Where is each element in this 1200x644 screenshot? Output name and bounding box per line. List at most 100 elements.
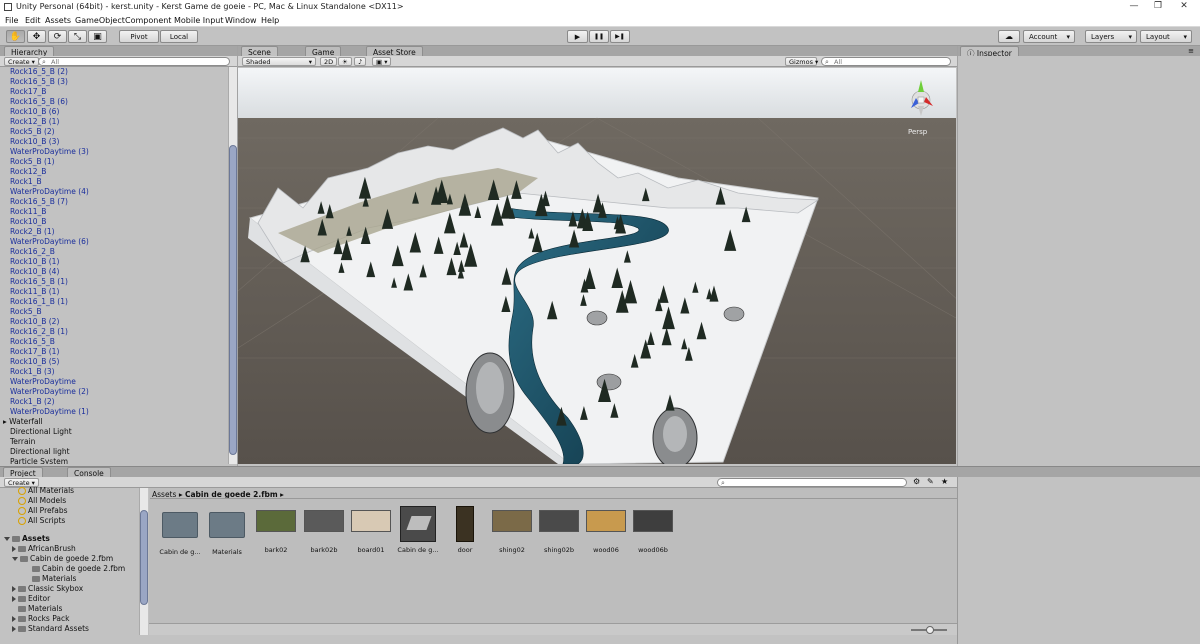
hierarchy-item[interactable]: Rock5_B (1)	[10, 157, 55, 166]
hierarchy-item[interactable]: WaterProDaytime (2)	[10, 387, 89, 396]
collapse-arrow-icon[interactable]	[12, 557, 18, 561]
hierarchy-item[interactable]: Directional Light	[10, 427, 72, 436]
tab-game[interactable]: Game	[305, 46, 342, 57]
favorite-item[interactable]: All Materials	[18, 486, 74, 495]
hierarchy-item[interactable]: WaterProDaytime (6)	[10, 237, 89, 246]
hierarchy-item[interactable]: WaterProDaytime (1)	[10, 407, 89, 416]
hierarchy-item[interactable]: Rock10_B (3)	[10, 137, 59, 146]
filter-label-icon[interactable]: ✎	[927, 477, 934, 486]
expand-arrow-icon[interactable]	[12, 626, 16, 632]
favorite-star-icon[interactable]: ★	[941, 477, 948, 486]
hierarchy-item[interactable]: Rock12_B (1)	[10, 117, 59, 126]
asset-item[interactable]: wood06b	[631, 510, 675, 554]
hierarchy-item[interactable]: WaterProDaytime (3)	[10, 147, 89, 156]
folder-item[interactable]: Rocks Pack	[12, 614, 69, 623]
toggle-2d-button[interactable]: 2D	[320, 57, 338, 66]
favorite-item[interactable]: All Prefabs	[18, 506, 68, 515]
hierarchy-item[interactable]: Rock17_B	[10, 87, 46, 96]
favorite-item[interactable]: All Models	[18, 496, 66, 505]
asset-item[interactable]: shing02b	[537, 510, 581, 554]
tab-asset-store[interactable]: Asset Store	[366, 46, 423, 57]
close-button[interactable]: ✕	[1174, 1, 1194, 11]
hierarchy-scroll-thumb[interactable]	[229, 145, 237, 455]
hierarchy-item[interactable]: Rock10_B (6)	[10, 107, 59, 116]
hierarchy-item[interactable]: Rock10_B (2)	[10, 317, 59, 326]
asset-item[interactable]: door	[443, 506, 487, 554]
tab-project[interactable]: Project	[3, 467, 43, 478]
layout-dropdown[interactable]: Layout ▾	[1140, 30, 1192, 43]
folder-item[interactable]: Cabin de goede 2.fbm	[12, 554, 113, 563]
favorite-item[interactable]: All Scripts	[18, 516, 65, 525]
hierarchy-create-button[interactable]: Create ▾	[4, 57, 39, 66]
asset-item[interactable]: board01	[349, 510, 393, 554]
scene-viewport[interactable]: Persp	[238, 68, 956, 464]
menu-component[interactable]: Component	[125, 16, 171, 25]
layers-dropdown[interactable]: Layers ▾	[1085, 30, 1137, 43]
hierarchy-item[interactable]: Rock16_5_B	[10, 337, 55, 346]
assets-root-folder[interactable]: Assets	[4, 534, 50, 543]
hierarchy-item[interactable]: Rock1_B	[10, 177, 42, 186]
maximize-button[interactable]: ❐	[1148, 1, 1168, 11]
hand-tool-button[interactable]: ✋	[6, 30, 25, 43]
rect-tool-button[interactable]: ▣	[88, 30, 107, 43]
hierarchy-item[interactable]: Rock1_B (3)	[10, 367, 55, 376]
asset-item[interactable]: Cabin de g...	[158, 510, 202, 556]
effects-dropdown-icon[interactable]: ▣ ▾	[372, 57, 392, 66]
hierarchy-item[interactable]: Rock16_2_B	[10, 247, 55, 256]
hierarchy-item[interactable]: Rock16_5_B (7)	[10, 197, 68, 206]
lighting-toggle-icon[interactable]: ☀	[338, 57, 352, 66]
step-button[interactable]: ▶❚	[610, 30, 630, 43]
hierarchy-item[interactable]: WaterProDaytime (4)	[10, 187, 89, 196]
expand-arrow-icon[interactable]	[12, 596, 16, 602]
minimize-button[interactable]: —	[1124, 1, 1144, 11]
hierarchy-item[interactable]: Rock12_B	[10, 167, 46, 176]
asset-item[interactable]: Cabin de g...	[396, 506, 440, 554]
tab-inspector[interactable]: ⓘ Inspector	[960, 46, 1019, 58]
expand-arrow-icon[interactable]	[12, 616, 16, 622]
hierarchy-item[interactable]: Rock2_B (1)	[10, 227, 55, 236]
hierarchy-item[interactable]: Rock5_B (2)	[10, 127, 55, 136]
folder-item[interactable]: Editor	[12, 594, 50, 603]
asset-item[interactable]: bark02	[254, 510, 298, 554]
asset-item[interactable]: wood06	[584, 510, 628, 554]
expand-arrow-icon[interactable]	[12, 546, 16, 552]
local-toggle[interactable]: Local	[160, 30, 198, 43]
folder-item[interactable]: Cabin de goede 2.fbm	[26, 564, 125, 573]
cloud-icon[interactable]: ☁	[998, 30, 1020, 43]
menu-mobile-input[interactable]: Mobile Input	[174, 16, 224, 25]
hierarchy-search-input[interactable]: ⌕ All	[38, 57, 230, 66]
folder-item[interactable]: Standard Assets	[12, 624, 89, 633]
hierarchy-item[interactable]: Rock11_B (1)	[10, 287, 59, 296]
move-tool-button[interactable]: ✥	[27, 30, 46, 43]
hierarchy-item[interactable]: Rock16_5_B (6)	[10, 97, 68, 106]
folder-item[interactable]: Materials	[12, 604, 62, 613]
hierarchy-item[interactable]: Directional light	[10, 447, 70, 456]
scene-search-input[interactable]: ⌕ All	[821, 57, 951, 66]
hierarchy-item[interactable]: Rock16_5_B (1)	[10, 277, 68, 286]
menu-gameobject[interactable]: GameObject	[75, 16, 125, 25]
hierarchy-item[interactable]: Rock16_1_B (1)	[10, 297, 68, 306]
tab-hierarchy[interactable]: Hierarchy	[4, 46, 55, 57]
gizmos-dropdown[interactable]: Gizmos ▾	[785, 57, 818, 66]
hierarchy-item[interactable]: ▸ Waterfall	[3, 417, 43, 426]
menu-help[interactable]: Help	[261, 16, 279, 25]
project-tree-scrollbar[interactable]	[139, 488, 148, 635]
audio-toggle-icon[interactable]: ♪	[354, 57, 367, 66]
expand-arrow-icon[interactable]	[12, 586, 16, 592]
asset-item[interactable]: shing02	[490, 510, 534, 554]
folder-item[interactable]: Materials	[26, 574, 76, 583]
hierarchy-item[interactable]: Particle System	[10, 457, 68, 464]
project-search-input[interactable]: ⌕	[717, 478, 907, 487]
asset-item[interactable]: bark02b	[302, 510, 346, 554]
menu-file[interactable]: File	[5, 16, 18, 25]
folder-item[interactable]: AfricanBrush	[12, 544, 76, 553]
project-tree-scroll-thumb[interactable]	[140, 510, 148, 605]
hierarchy-item[interactable]: Terrain	[10, 437, 35, 446]
hierarchy-item[interactable]: Rock10_B (5)	[10, 357, 59, 366]
persp-label[interactable]: Persp	[908, 128, 928, 136]
hierarchy-item[interactable]: Rock16_5_B (2)	[10, 67, 68, 76]
play-button[interactable]: ▶	[567, 30, 588, 43]
asset-item[interactable]: Materials	[205, 510, 249, 556]
hierarchy-item[interactable]: WaterProDaytime	[10, 377, 76, 386]
menu-edit[interactable]: Edit	[25, 16, 41, 25]
